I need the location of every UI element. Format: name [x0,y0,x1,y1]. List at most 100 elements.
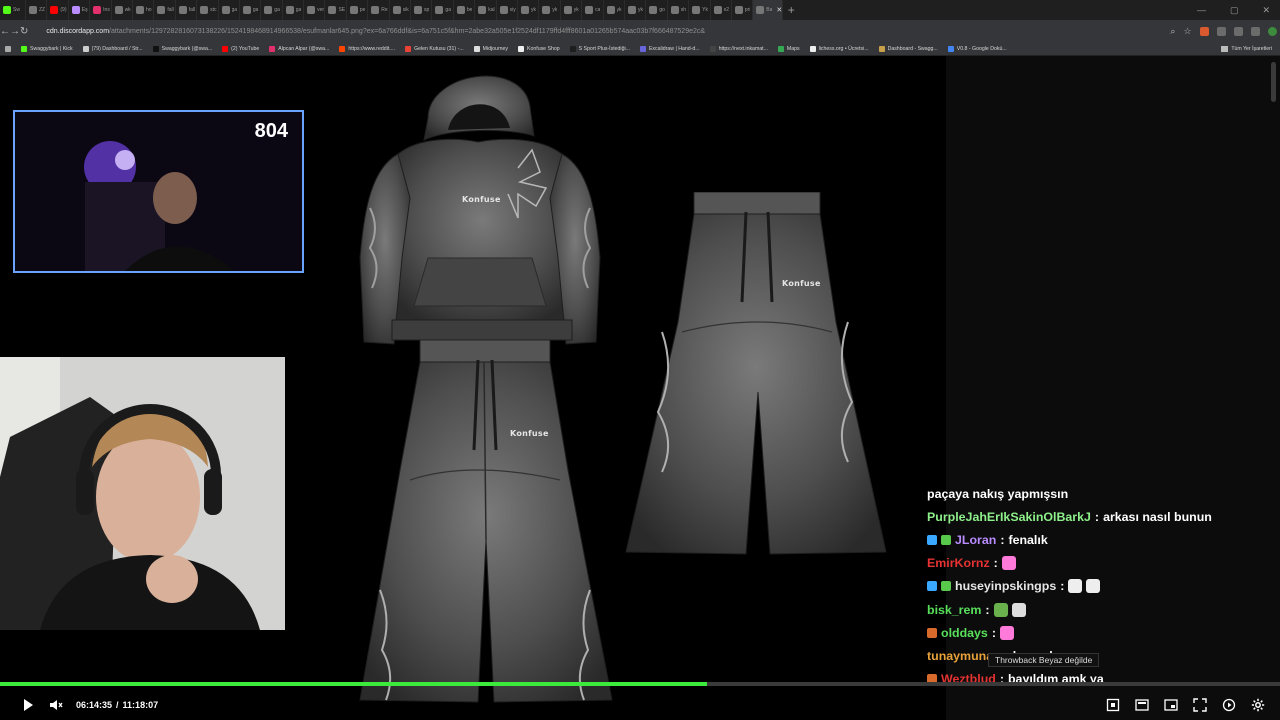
chat-emote-icon[interactable] [1068,579,1083,594]
chat-username[interactable]: bisk_rem [927,603,981,617]
chat-emote-icon[interactable] [1001,556,1016,571]
browser-tab[interactable]: go [646,0,668,20]
settings-gear-icon[interactable] [1244,691,1272,719]
browser-tab[interactable]: (9) [47,0,69,20]
chat-username[interactable]: olddays [941,626,988,640]
extension-icon[interactable] [1199,26,1209,36]
picture-in-picture-icon[interactable] [1128,691,1156,719]
bookmark-item[interactable]: Midjourney [469,45,513,52]
browser-tab[interactable]: ga [432,0,454,20]
browser-tab[interactable]: ca [582,0,604,20]
browser-tab[interactable]: Ba ✕ [753,0,784,20]
extensions-puzzle-icon[interactable] [1216,26,1226,36]
browser-tab[interactable]: sh [668,0,690,20]
browser-tab[interactable]: sik [390,0,412,20]
chat-emote-icon[interactable] [1011,602,1026,617]
browser-tab[interactable]: be [454,0,476,20]
play-icon[interactable] [14,691,42,719]
new-tab-button[interactable]: + [783,3,799,17]
bookmark-item[interactable]: Excalidraw | Hand-d... [635,45,705,52]
url-path: /attachments/1297282816073138226/1524198… [109,27,706,35]
browser-tab[interactable]: ga [283,0,305,20]
bookmark-item[interactable]: Swaggybark | Kick [16,45,78,52]
browser-tab[interactable]: yk [561,0,583,20]
chat-username[interactable]: PurpleJahErIkSakinOlBarkJ [927,510,1091,524]
bookmark-item[interactable]: Swaggybark (@swa... [148,45,218,52]
speed-icon[interactable] [1215,691,1243,719]
bookmark-item[interactable]: Dashboard - Swagg... [874,45,943,52]
bookmark-item[interactable]: Maps [773,45,805,52]
browser-tab[interactable]: wk [112,0,133,20]
globe-icon [435,6,444,14]
browser-tab[interactable]: yk [625,0,647,20]
page-scrollbar[interactable] [1271,62,1276,102]
profile-avatar-icon[interactable] [1267,26,1277,36]
globe-icon [649,6,658,14]
back-icon[interactable]: ← [0,26,10,37]
bookmark-item[interactable]: (2) YouTube [217,45,264,52]
bookmark-star-icon[interactable]: ☆ [1183,26,1191,37]
bookmark-item[interactable]: (79) Dashboard / Str... [78,45,148,52]
all-bookmarks[interactable]: Tüm Yer İşaretleri [1221,42,1272,55]
browser-tab[interactable]: yk [539,0,561,20]
bookmark-item[interactable]: Gelen Kutusu (31) -... [400,45,469,52]
forward-icon[interactable]: → [10,26,20,37]
close-tab-icon[interactable]: ✕ [776,6,782,14]
fullscreen-icon[interactable] [1186,691,1214,719]
video-progress-bar[interactable] [0,682,1280,686]
theater-mode-icon[interactable] [1157,691,1185,719]
chat-badge-icon [941,534,951,545]
download-icon[interactable] [1250,26,1260,36]
browser-tab[interactable]: ver [304,0,326,20]
browser-tab[interactable]: ZZ [26,0,48,20]
browser-tab[interactable]: ga [240,0,262,20]
browser-tab[interactable]: sp [411,0,433,20]
bookmark-item[interactable]: https://next.inkamat... [705,45,773,52]
bookmark-item[interactable]: S Sport Plus-İstediği... [565,45,635,52]
bookmark-item[interactable]: lichess.org • Ücretsi... [805,45,874,52]
browser-tab[interactable]: fall [176,0,198,20]
browser-tab[interactable]: ga [261,0,283,20]
total-time: 11:18:07 [122,700,159,710]
clip-icon[interactable] [1099,691,1127,719]
chat-emote-icon[interactable] [993,602,1008,617]
chat-username[interactable]: JLoran [955,533,996,547]
browser-tab[interactable]: yk [518,0,540,20]
chat-username[interactable]: huseyinpskingps [955,579,1056,593]
maximize-icon[interactable]: ▢ [1230,5,1239,16]
minimize-icon[interactable]: — [1197,5,1206,15]
browser-tab[interactable]: siy [497,0,518,20]
tab-label: ga [274,7,280,13]
browser-tab[interactable]: Yk [689,0,711,20]
browser-tab[interactable]: Eş [69,0,91,20]
chat-username[interactable]: EmirKornz [927,556,990,570]
bookmark-item[interactable]: V0.8 - Google Dokü... [943,45,1012,52]
browser-tab[interactable]: fall [154,0,176,20]
browser-tab[interactable]: Ins [90,0,112,20]
browser-tab[interactable]: ga [219,0,240,20]
browser-tab[interactable]: kal [475,0,497,20]
bookmark-item[interactable]: https://www.reddit.... [334,45,400,52]
url-field[interactable]: cdn.discordapp.com/attachments/129728281… [46,23,1166,39]
mute-icon[interactable] [42,691,70,719]
browser-tab[interactable]: stc [197,0,219,20]
bookmark-item[interactable]: Konfuse Shop [513,45,565,52]
chat-username[interactable]: tunaymuna [927,649,993,663]
browser-tab[interactable]: Re [368,0,390,20]
browser-tab[interactable]: SE [325,0,347,20]
browser-tab[interactable]: ho [133,0,155,20]
main-content: Konfuse Konfuse Konfuse 804 paçaya nakış… [0,56,1280,720]
zoom-icon[interactable]: ⌕ [1170,26,1175,37]
browser-tab[interactable]: pe [347,0,369,20]
browser-tab[interactable]: pri [732,0,754,20]
browser-tab[interactable]: e2 [711,0,732,20]
apps-grid-icon[interactable] [0,45,16,52]
browser-tab[interactable]: yk [604,0,625,20]
media-control-icon[interactable] [1233,26,1243,36]
bookmark-item[interactable]: Alpcan Alpar (@swa... [264,45,334,52]
chat-emote-icon[interactable] [1086,579,1101,594]
close-window-icon[interactable]: ✕ [1262,5,1270,16]
reload-icon[interactable]: ↻ [20,26,28,37]
browser-tab[interactable]: Sw [0,0,26,20]
chat-emote-icon[interactable] [999,625,1014,640]
